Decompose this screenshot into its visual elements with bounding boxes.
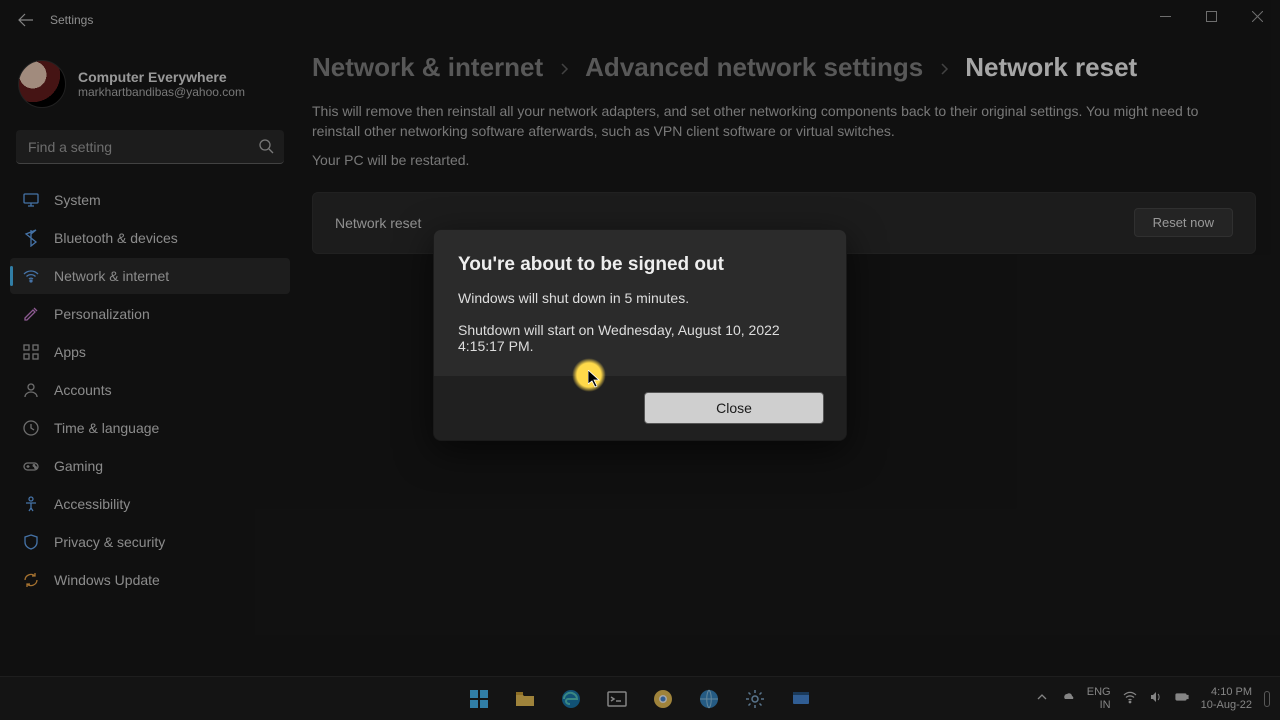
dialog-title: You're about to be signed out [458, 254, 822, 276]
dialog-message-1: Windows will shut down in 5 minutes. [458, 290, 822, 306]
dialog-message-2: Shutdown will start on Wednesday, August… [458, 322, 822, 354]
close-button[interactable]: Close [644, 392, 824, 424]
dialog-footer: Close [434, 376, 846, 440]
dialog-body: You're about to be signed out Windows wi… [434, 230, 846, 376]
signout-dialog: You're about to be signed out Windows wi… [433, 229, 847, 441]
